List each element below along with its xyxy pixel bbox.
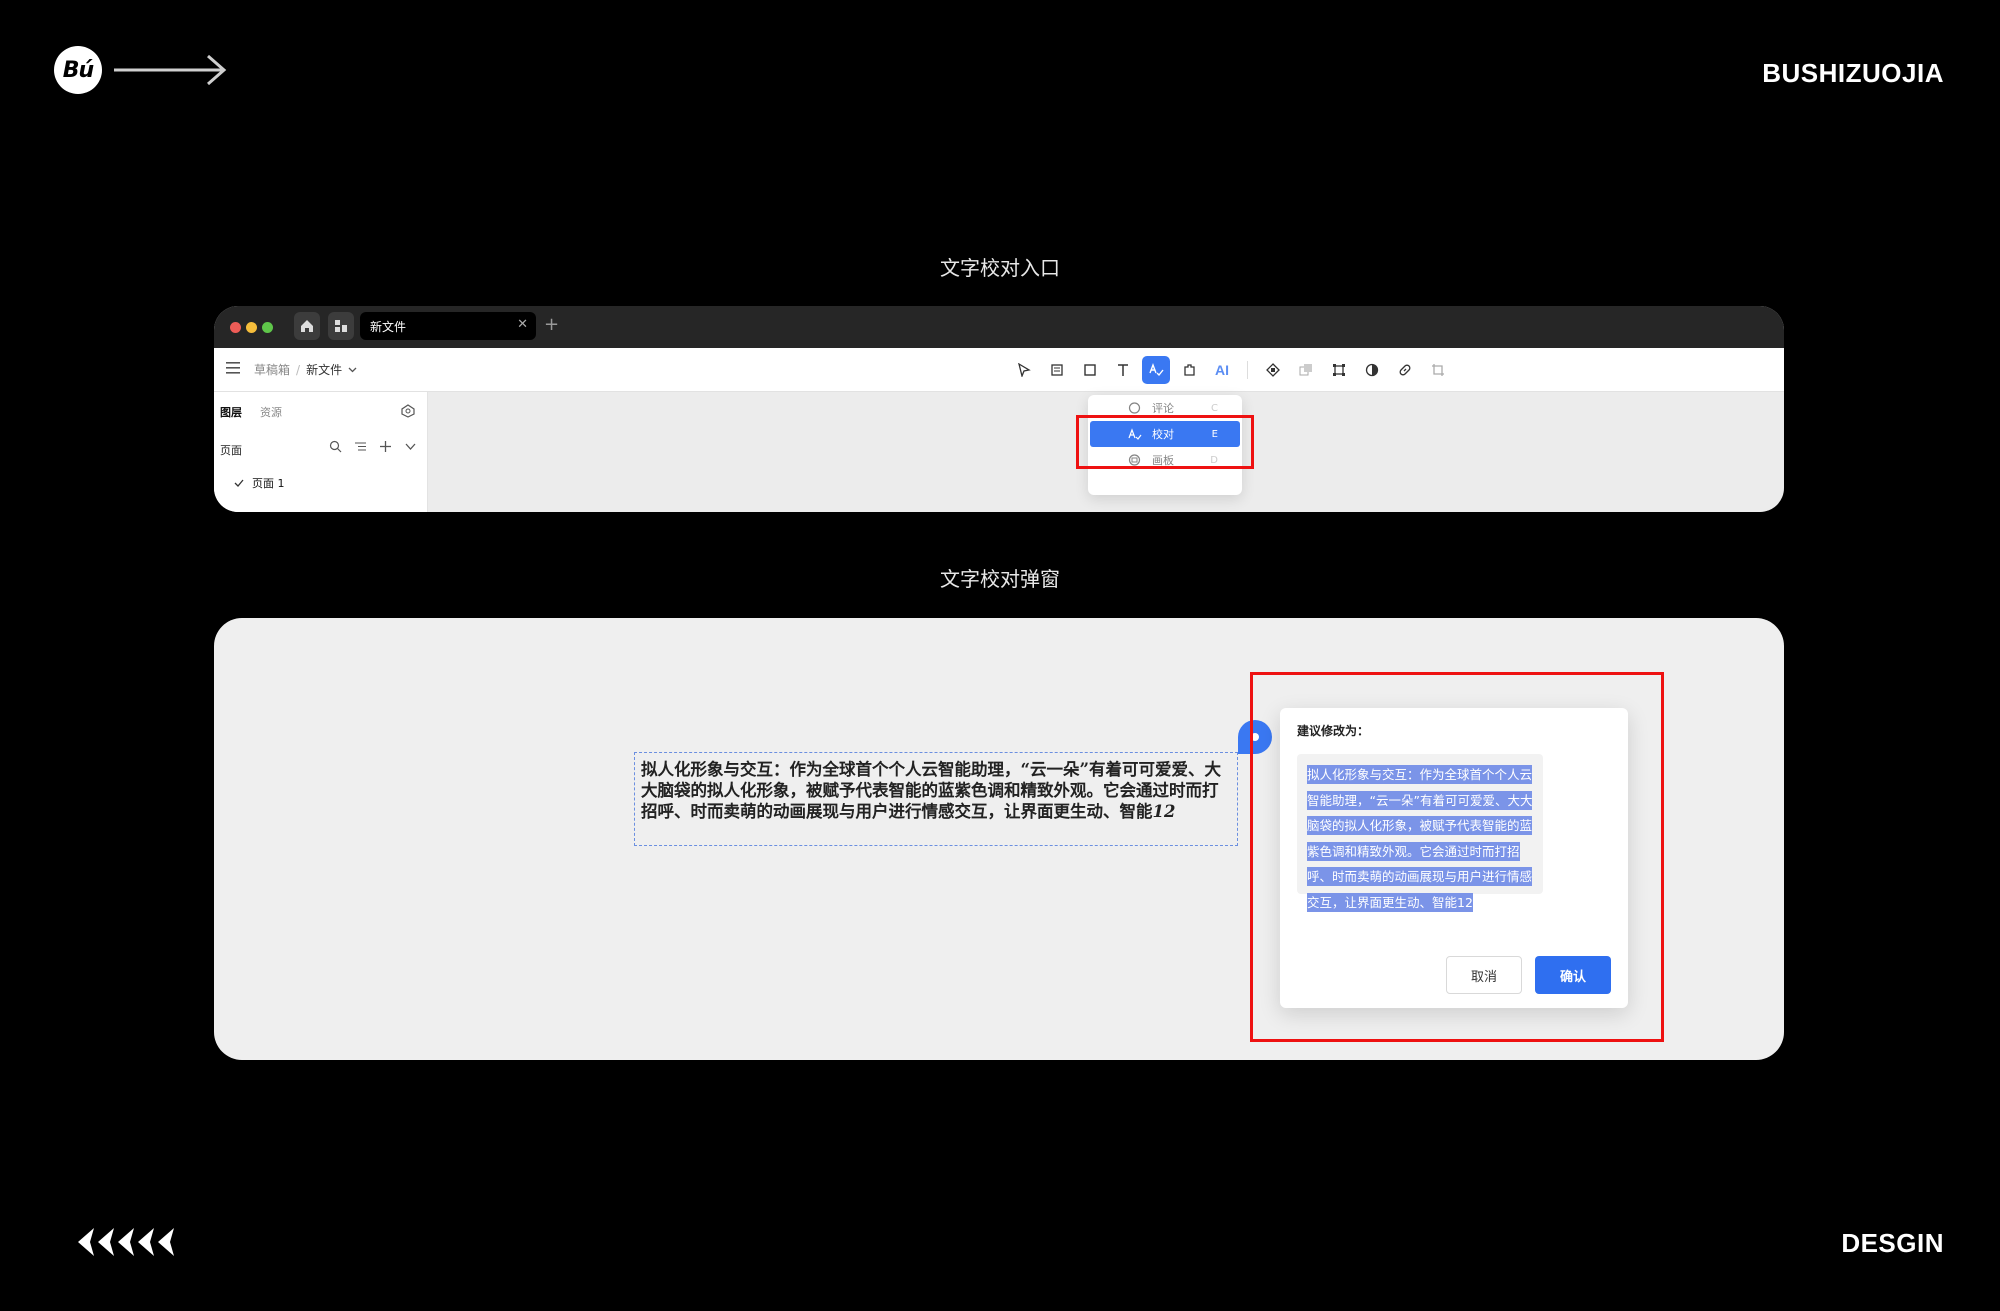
toolbar-divider bbox=[1247, 361, 1248, 379]
window-zoom-dot[interactable] bbox=[262, 322, 273, 333]
highlight-frame-dialog bbox=[1250, 672, 1664, 1042]
tab-new-file[interactable]: 新文件 ✕ bbox=[360, 312, 536, 340]
highlight-frame-menu bbox=[1076, 415, 1254, 469]
left-sidebar: 图层 资源 页面 页面 1 bbox=[214, 392, 428, 512]
layout-icon[interactable] bbox=[328, 312, 354, 340]
window-minimize-dot[interactable] bbox=[246, 322, 257, 333]
chevron-down-icon[interactable] bbox=[404, 440, 417, 453]
plugin-icon[interactable] bbox=[401, 404, 415, 418]
component-icon[interactable] bbox=[1259, 356, 1287, 384]
footer-arrows-icon bbox=[78, 1228, 174, 1256]
home-icon[interactable] bbox=[294, 312, 320, 340]
brand-name: BUSHIZUOJIA bbox=[1762, 58, 1944, 88]
tab-bar: 新文件 ✕ + bbox=[214, 306, 1784, 348]
hamburger-menu-icon[interactable] bbox=[226, 362, 240, 374]
add-page-icon[interactable] bbox=[379, 440, 392, 453]
window-close-dot[interactable] bbox=[230, 322, 241, 333]
arrow-right-icon bbox=[114, 54, 227, 86]
footer-word: DESGIN bbox=[1841, 1228, 1944, 1258]
sort-icon[interactable] bbox=[354, 440, 367, 453]
chevron-down-icon[interactable] bbox=[348, 367, 357, 373]
add-tab-icon[interactable]: + bbox=[544, 314, 559, 335]
tab-label: 新文件 bbox=[370, 319, 407, 334]
page-list-item[interactable]: 页面 1 bbox=[234, 475, 285, 491]
comment-icon bbox=[1128, 402, 1141, 414]
frame-tool-icon[interactable] bbox=[1043, 356, 1071, 384]
breadcrumb-separator: / bbox=[296, 362, 301, 377]
source-text: 拟人化形象与交互：作为全球首个个人云智能助理，“云一朵”有着可可爱爱、大大脑袋的… bbox=[641, 760, 1221, 821]
page-1-label: 页面 1 bbox=[252, 477, 285, 490]
logo-text: Bú bbox=[62, 57, 94, 83]
link-icon[interactable] bbox=[1391, 356, 1419, 384]
plugin-tool-icon[interactable] bbox=[1175, 356, 1203, 384]
boolean-icon[interactable] bbox=[1292, 356, 1320, 384]
shortcut-key: C bbox=[1211, 402, 1218, 414]
tool-group: AI bbox=[1010, 356, 1452, 384]
breadcrumb-drafts[interactable]: 草稿箱 bbox=[254, 361, 290, 378]
breadcrumb: 草稿箱 / 新文件 bbox=[254, 361, 357, 378]
move-tool-icon[interactable] bbox=[1010, 356, 1038, 384]
brand-logo: Bú bbox=[54, 46, 102, 94]
sidebar-tabs: 图层 资源 bbox=[220, 404, 282, 420]
source-text-box[interactable]: 拟人化形象与交互：作为全球首个个人云智能助理，“云一朵”有着可可爱爱、大大脑袋的… bbox=[634, 752, 1238, 846]
section-title-dialog: 文字校对弹窗 bbox=[940, 567, 1060, 591]
section-title-entry: 文字校对入口 bbox=[940, 256, 1060, 280]
search-icon[interactable] bbox=[329, 440, 342, 453]
crop-icon[interactable] bbox=[1424, 356, 1452, 384]
source-text-tail: 12 bbox=[1152, 802, 1176, 821]
mask-icon[interactable] bbox=[1358, 356, 1386, 384]
top-toolbar: 草稿箱 / 新文件 AI bbox=[214, 348, 1784, 392]
tab-assets[interactable]: 资源 bbox=[260, 404, 282, 420]
menu-item-label: 评论 bbox=[1152, 402, 1174, 415]
ai-label: AI bbox=[1215, 362, 1229, 378]
rectangle-tool-icon[interactable] bbox=[1076, 356, 1104, 384]
pages-heading: 页面 bbox=[220, 444, 242, 457]
app-window-entry: 新文件 ✕ + 草稿箱 / 新文件 AI 图层 资源 页面 页面 1 评论 C … bbox=[214, 306, 1784, 512]
check-icon bbox=[234, 479, 244, 487]
close-icon[interactable]: ✕ bbox=[517, 317, 528, 332]
breadcrumb-file[interactable]: 新文件 bbox=[306, 361, 342, 378]
page-actions bbox=[329, 440, 417, 453]
proofread-tool-icon[interactable] bbox=[1142, 356, 1170, 384]
text-tool-icon[interactable] bbox=[1109, 356, 1137, 384]
ai-tool[interactable]: AI bbox=[1208, 356, 1236, 384]
transform-icon[interactable] bbox=[1325, 356, 1353, 384]
tab-layers[interactable]: 图层 bbox=[220, 404, 242, 420]
